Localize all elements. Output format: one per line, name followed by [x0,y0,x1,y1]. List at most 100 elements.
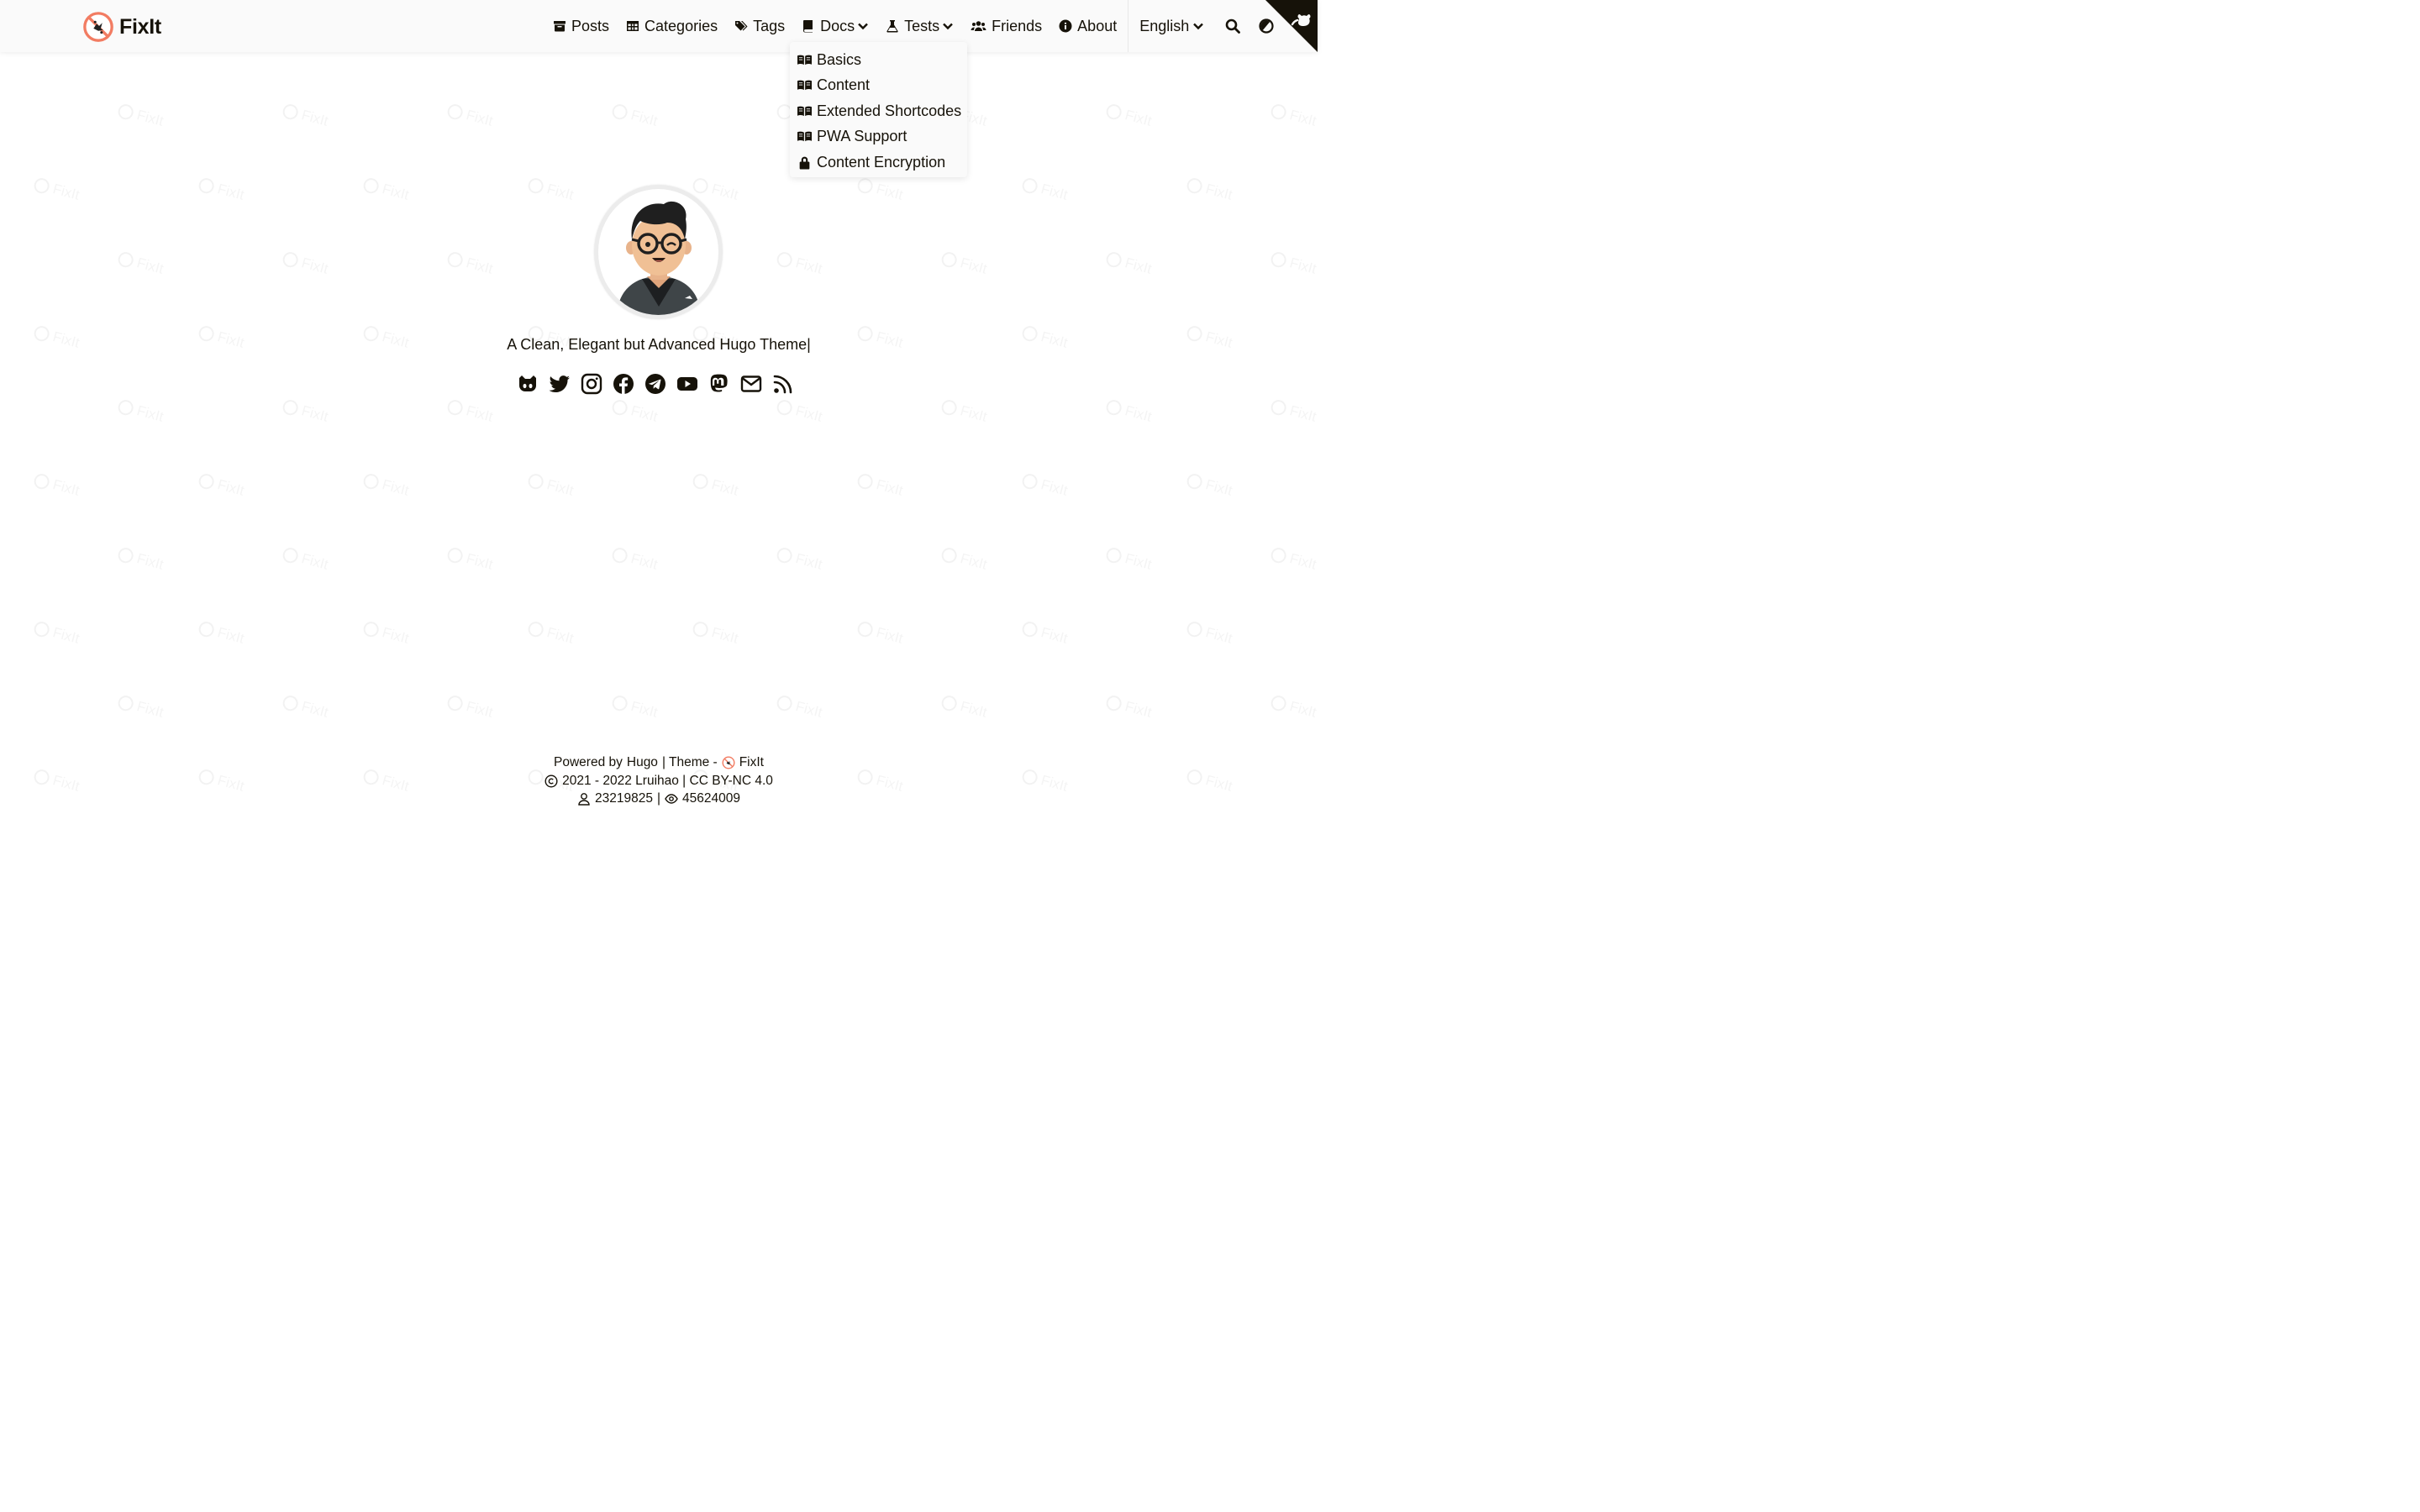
watermark-tile: FixIt [610,397,660,426]
watermark-tile: FixIt [939,545,989,574]
email-link[interactable] [739,372,762,395]
chevron-down-icon [858,23,868,30]
book-open-icon [797,106,812,116]
nav-item-posts[interactable]: Posts [553,18,609,35]
watermark-tile: FixIt [526,619,576,648]
nav-label: Friends [992,17,1043,34]
twitter-link[interactable] [548,372,571,395]
search-button[interactable] [1224,18,1241,34]
book-open-icon [797,131,812,142]
brand-link[interactable]: FixIt [82,10,161,44]
site-footer: Powered by Hugo | Theme - FixIt 2021 - 2… [0,753,1318,808]
watermark-tile: FixIt [281,693,330,722]
rss-link[interactable] [771,372,794,395]
watermark-tile: FixIt [445,102,495,130]
nav-item-tags[interactable]: Tags [734,18,785,35]
mastodon-link[interactable] [708,372,730,395]
watermark-tile: FixIt [1020,176,1070,204]
watermark-tile: FixIt [1269,102,1318,130]
copyright-icon [544,774,558,788]
watermark-tile: FixIt [775,693,824,722]
youtube-icon [676,376,697,391]
watermark-tile: FixIt [32,619,82,648]
watermark-tile: FixIt [361,619,411,648]
telegram-icon [644,373,666,394]
avatar[interactable] [594,185,723,319]
view-count: 45624009 [682,791,740,806]
watermark-tile: FixIt [281,249,330,278]
flask-icon [886,20,898,33]
twitter-icon [549,375,570,392]
watermark-tile: FixIt [526,471,576,500]
watermark-tile: FixIt [445,397,495,426]
watermark-tile: FixIt [939,693,989,722]
watermark-tile: FixIt [610,545,660,574]
nav-label: Docs [820,17,855,34]
watermark-tile: FixIt [691,471,740,500]
watermark-tile: FixIt [1269,545,1318,574]
footer-powered-line: Powered by Hugo | Theme - FixIt [0,753,1318,772]
nav-item-docs[interactable]: Docs [802,18,869,35]
instagram-icon [581,373,602,394]
stats-separator: | [656,791,661,806]
watermark-tile: FixIt [197,471,246,500]
github-corner-icon[interactable] [1265,0,1318,52]
rss-icon [773,375,792,393]
nav-item-categories[interactable]: Categories [626,18,718,35]
watermark-tile: FixIt [610,102,660,130]
watermark-tile: FixIt [939,397,989,426]
nav-item-about[interactable]: About [1059,18,1117,35]
fixit-logo-icon [722,756,735,769]
github-link[interactable] [516,372,539,395]
watermark-tile: FixIt [32,471,82,500]
watermark-tile: FixIt [361,176,411,204]
nav-item-friends[interactable]: Friends [971,18,1042,35]
language-select[interactable]: English [1139,18,1204,35]
theme-prefix: | Theme - [661,755,718,769]
watermark-tile: FixIt [775,397,824,426]
watermark-tile: FixIt [939,249,989,278]
dropdown-item-content[interactable]: Content [790,73,967,99]
nav-item-tests[interactable]: Tests [886,18,954,35]
youtube-link[interactable] [676,372,698,395]
chevron-down-icon [1193,23,1204,30]
watermark-tile: FixIt [1020,471,1070,500]
book-icon [803,20,813,33]
watermark-tile: FixIt [116,102,166,130]
site-header: FixIt Posts Categories Tags Docs Tests F… [0,0,1318,52]
social-links [516,372,794,397]
dropdown-item-extended-shortcodes[interactable]: Extended Shortcodes [790,98,967,124]
search-icon [1225,18,1241,34]
nav-label: About [1077,17,1118,34]
instagram-link[interactable] [580,372,602,395]
watermark-tile: FixIt [1185,176,1234,204]
facebook-icon [613,373,634,394]
watermark-tile: FixIt [1104,693,1154,722]
watermark-tile: FixIt [526,176,576,204]
watermark-tile: FixIt [610,693,660,722]
watermark-tile: FixIt [775,545,824,574]
mastodon-icon [710,374,728,392]
book-open-icon [797,80,812,91]
dropdown-item-pwa-support[interactable]: PWA Support [790,124,967,150]
hugo-link[interactable]: Hugo [627,753,658,772]
chevron-down-icon [943,23,953,30]
users-icon [971,21,986,31]
telegram-link[interactable] [644,372,666,395]
dropdown-item-basics[interactable]: Basics [790,47,967,73]
nav-label: Tags [753,17,786,34]
footer-stats-line: 23219825 | 45624009 [0,790,1318,808]
dropdown-label: Basics [817,50,862,68]
archive-icon [554,21,566,32]
dropdown-label: Content Encryption [817,153,946,171]
dropdown-item-content-encryption[interactable]: Content Encryption [790,150,967,176]
table-icon [627,21,639,31]
eye-icon [665,794,678,804]
dropdown-label: Extended Shortcodes [817,102,962,119]
watermark-tile: FixIt [855,176,905,204]
watermark-tile: FixIt [1269,693,1318,722]
home-subtitle: A Clean, Elegant but Advanced Hugo Theme… [507,336,811,353]
facebook-link[interactable] [612,372,634,395]
theme-link[interactable]: FixIt [739,753,764,772]
watermark-tile: FixIt [445,693,495,722]
